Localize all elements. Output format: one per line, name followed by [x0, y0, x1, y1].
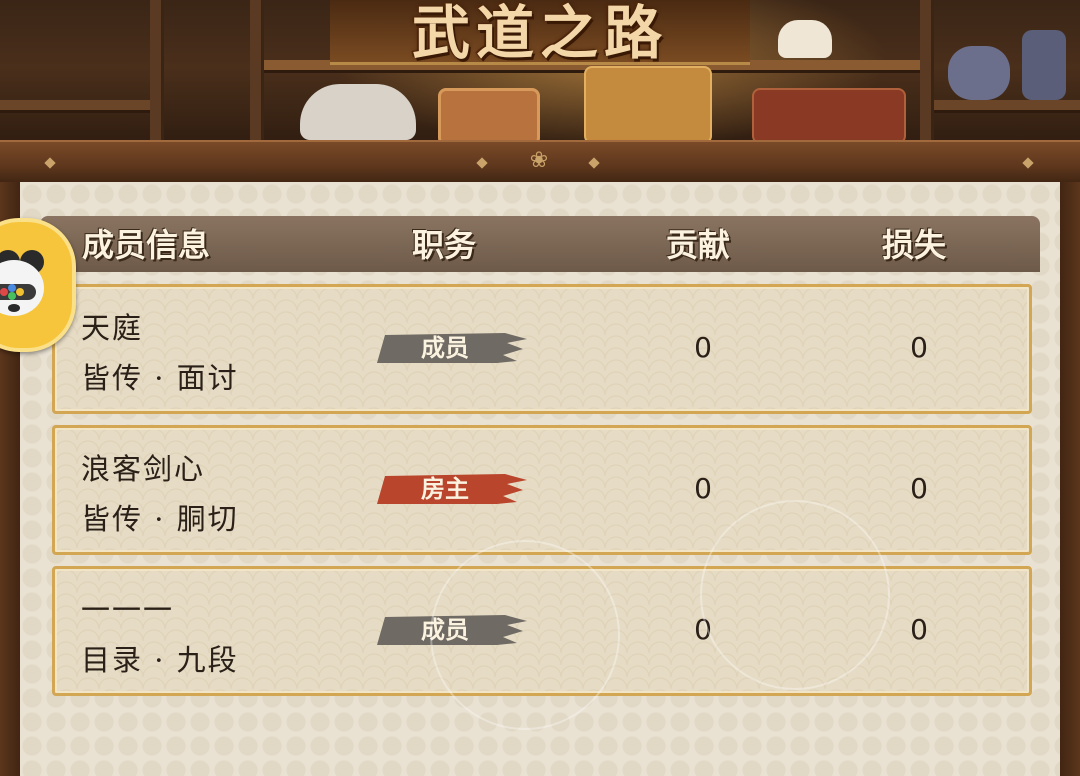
member-name: 天庭	[81, 311, 144, 345]
jar-icon	[778, 20, 832, 58]
role-badge-member: 成员	[377, 331, 529, 365]
header-role: 职务	[412, 226, 477, 264]
loss-value: 0	[910, 331, 928, 364]
shelf-post	[150, 0, 164, 150]
sack-icon	[300, 84, 416, 140]
member-name: 一一一	[81, 593, 175, 627]
loss-value: 0	[910, 472, 928, 505]
header-contribution: 贡献	[666, 226, 731, 264]
table-row[interactable]: 天庭 皆传 · 面讨 成员 0 0	[52, 284, 1032, 414]
page-title: 武道之路	[411, 0, 668, 67]
loss-value: 0	[910, 613, 928, 646]
role-label: 成员	[421, 615, 469, 644]
table-row[interactable]: 一一一 目录 · 九段 成员 0 0	[52, 566, 1032, 696]
table-row[interactable]: 浪客剑心 皆传 · 胴切 房主 0 0	[52, 425, 1032, 555]
header-member-info: 成员信息	[82, 226, 211, 264]
diamond-ornament-icon	[588, 157, 600, 169]
panda-face-icon	[0, 250, 44, 316]
contribution-value: 0	[694, 472, 712, 505]
shelf-plank	[934, 100, 1080, 110]
shelf-plank	[0, 100, 150, 110]
shelf-post	[920, 0, 934, 150]
pot-icon	[948, 46, 1010, 100]
vase-icon	[1022, 30, 1066, 100]
role-badge-member: 成员	[377, 613, 529, 647]
diamond-ornament-icon	[476, 157, 488, 169]
role-badge-owner: 房主	[377, 472, 529, 506]
crate-icon	[752, 88, 906, 144]
member-name: 浪客剑心	[81, 452, 206, 486]
shelf-post	[250, 0, 264, 150]
floating-avatar-button[interactable]	[0, 218, 76, 352]
knot-ornament-icon: ❀	[529, 148, 549, 173]
role-label: 房主	[421, 474, 469, 503]
header-loss: 损失	[882, 226, 947, 264]
table-header: 成员信息 职务 贡献 损失	[40, 216, 1040, 272]
member-rank: 皆传 · 面讨	[81, 361, 239, 395]
shelf-background: 武道之路	[0, 0, 1080, 150]
right-wood-frame	[1058, 182, 1080, 776]
box-icon	[438, 88, 540, 146]
chest-icon	[584, 66, 712, 144]
member-rank: 目录 · 九段	[81, 643, 239, 677]
member-rank: 皆传 · 胴切	[81, 502, 239, 536]
diamond-ornament-icon	[1022, 157, 1034, 169]
contribution-value: 0	[694, 613, 712, 646]
role-label: 成员	[421, 333, 469, 362]
contribution-value: 0	[694, 331, 712, 364]
diamond-ornament-icon	[44, 157, 56, 169]
